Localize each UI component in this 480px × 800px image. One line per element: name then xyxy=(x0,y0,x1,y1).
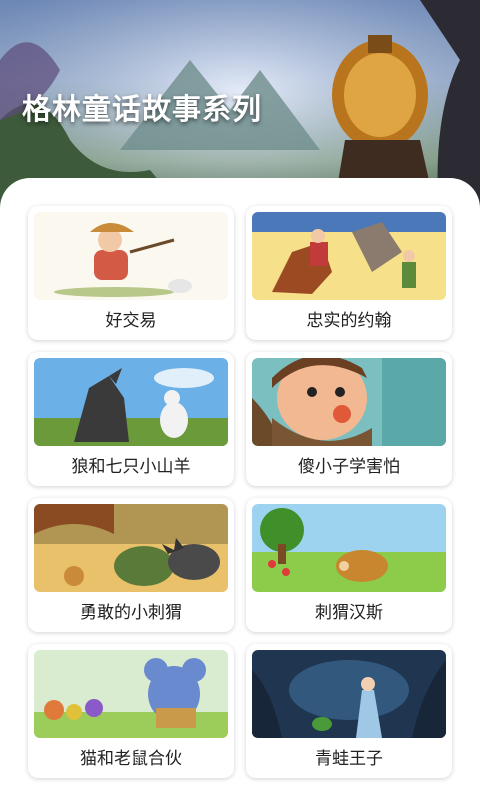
story-card-2[interactable]: 忠实的约翰 xyxy=(246,206,452,340)
mouse-illustration xyxy=(34,650,228,738)
story-card-6[interactable]: 刺猬汉斯 xyxy=(246,498,452,632)
story-card-3[interactable]: 狼和七只小山羊 xyxy=(28,352,234,486)
story-title: 青蛙王子 xyxy=(315,749,383,769)
story-card-8[interactable]: 青蛙王子 xyxy=(246,644,452,778)
story-title: 狼和七只小山羊 xyxy=(71,457,191,477)
boy-face-illustration xyxy=(252,358,446,446)
story-card-5[interactable]: 勇敢的小刺猬 xyxy=(28,498,234,632)
hedgehog-forest-illustration xyxy=(34,504,228,592)
wolf-goat-illustration xyxy=(34,358,228,446)
story-title: 勇敢的小刺猬 xyxy=(80,603,182,623)
story-grid: 好交易 忠实的约翰 狼和七只小山羊 傻小子学害怕 勇敢的小刺猬 刺猬汉斯 猫和老… xyxy=(28,206,452,778)
story-card-7[interactable]: 猫和老鼠合伙 xyxy=(28,644,234,778)
story-title: 猫和老鼠合伙 xyxy=(80,749,182,769)
hedgehog-meadow-illustration xyxy=(252,504,446,592)
story-title: 好交易 xyxy=(105,311,157,331)
story-card-1[interactable]: 好交易 xyxy=(28,206,234,340)
knight-horse-illustration xyxy=(252,212,446,300)
story-title: 刺猬汉斯 xyxy=(315,603,383,623)
farmer-illustration xyxy=(34,212,228,300)
frog-prince-illustration xyxy=(252,650,446,738)
page-title: 格林童话故事系列 xyxy=(22,92,263,126)
story-title: 傻小子学害怕 xyxy=(298,457,400,477)
story-card-4[interactable]: 傻小子学害怕 xyxy=(246,352,452,486)
story-title: 忠实的约翰 xyxy=(306,311,392,331)
